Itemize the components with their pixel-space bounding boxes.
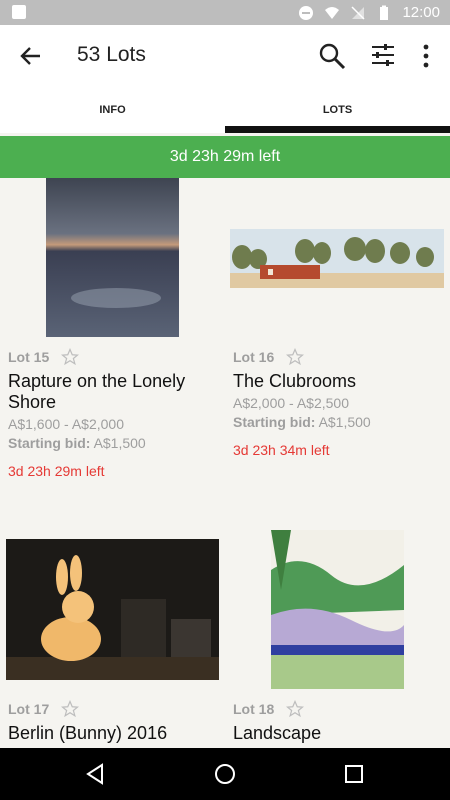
app-bar: 53 Lots [0, 25, 450, 87]
signal-icon [351, 5, 365, 20]
image-notification-icon [12, 5, 26, 19]
clock: 12:00 [402, 4, 440, 21]
system-nav-bar [0, 748, 450, 800]
artwork-image[interactable] [271, 530, 404, 689]
more-vert-icon[interactable] [418, 42, 434, 70]
starting-bid: Starting bid: A$1,500 [8, 435, 228, 451]
do-not-disturb-icon [299, 5, 314, 20]
lot-time-left: 3d 23h 29m left [8, 463, 105, 479]
starting-bid-label: Starting bid: [8, 435, 91, 451]
page-title: 53 Lots [77, 43, 146, 66]
status-bar: 12:00 [0, 0, 450, 25]
tab-indicator [225, 126, 450, 133]
lot-number: Lot 15 [8, 349, 50, 365]
filter-sliders-icon[interactable] [370, 42, 396, 68]
lots-grid[interactable]: Lot 15 Rapture on the Lonely Shore A$1,6… [0, 178, 450, 748]
nav-back-icon[interactable] [84, 762, 108, 786]
artwork-image[interactable] [46, 178, 179, 337]
starting-bid-label: Starting bid: [233, 414, 316, 430]
lot-estimate: A$1,600 - A$2,000 [8, 416, 124, 432]
wifi-icon [325, 6, 340, 19]
nav-recents-icon[interactable] [342, 762, 366, 786]
star-outline-icon[interactable] [61, 348, 80, 366]
starting-bid-value: A$1,500 [93, 435, 146, 451]
lot-title: Berlin (Bunny) 2016 [8, 723, 168, 743]
time-left-banner: 3d 23h 29m left [0, 136, 450, 178]
starting-bid: Starting bid: A$1,500 [233, 414, 450, 430]
artwork-image[interactable] [6, 539, 219, 680]
search-icon[interactable] [318, 42, 346, 70]
lot-title: Landscape [233, 723, 322, 743]
star-outline-icon[interactable] [61, 700, 80, 718]
star-outline-icon[interactable] [286, 700, 305, 718]
lot-number: Lot 16 [233, 349, 275, 365]
artwork-image[interactable] [230, 229, 444, 288]
starting-bid-value: A$1,500 [318, 414, 371, 430]
back-arrow-icon[interactable] [18, 43, 44, 69]
lot-estimate: A$2,000 - A$2,500 [233, 395, 349, 411]
star-outline-icon[interactable] [286, 348, 305, 366]
lot-title: Rapture on the Lonely Shore [8, 371, 186, 412]
lot-time-left: 3d 23h 34m left [233, 442, 330, 458]
battery-icon [380, 5, 389, 20]
lot-title: The Clubrooms [233, 371, 357, 391]
lot-number: Lot 18 [233, 701, 275, 717]
lot-number: Lot 17 [8, 701, 50, 717]
nav-home-icon[interactable] [213, 762, 237, 786]
tab-info[interactable]: INFO [0, 87, 225, 133]
